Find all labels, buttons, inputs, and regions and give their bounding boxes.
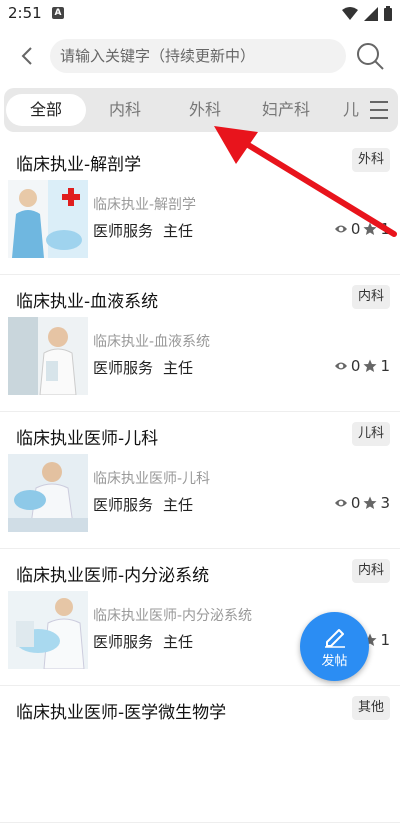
pen-icon — [325, 629, 345, 648]
post-title: 临床执业医师-儿科 — [16, 429, 159, 449]
tabs-menu-button[interactable] — [364, 88, 398, 132]
status-time: 2:51 — [8, 4, 42, 22]
author-role: 主任 — [163, 496, 194, 514]
post-author: 医师服务 主任 — [93, 357, 203, 378]
author-role: 主任 — [163, 359, 194, 377]
view-count: 0 — [350, 220, 361, 238]
tab-all[interactable]: 全部 — [6, 94, 86, 126]
post-list: 临床执业-解剖学 外科 临床执业-解剖学 医师服务 主任 0 1 临床执业-血液系… — [0, 138, 400, 823]
author-service: 医师服务 — [93, 633, 154, 651]
post-subtitle: 临床执业-解剖学 — [93, 197, 197, 213]
status-bar: 2:51 A — [0, 0, 400, 28]
search-header — [0, 36, 400, 76]
search-box — [50, 39, 346, 73]
list-item[interactable]: 临床执业医师-儿科 儿科 临床执业医师-儿科 医师服务 主任 0 3 — [0, 412, 400, 549]
star-count: 1 — [380, 357, 390, 375]
post-thumbnail — [8, 591, 88, 669]
author-service: 医师服务 — [93, 359, 154, 377]
new-post-label: 发帖 — [321, 654, 348, 669]
post-stats: 0 1 — [334, 220, 390, 238]
search-icon — [357, 43, 384, 70]
tab-pediatrics[interactable]: 儿 — [338, 94, 364, 126]
post-title: 临床执业医师-内分泌系统 — [16, 566, 210, 586]
author-service: 医师服务 — [93, 222, 154, 240]
tab-internal-medicine[interactable]: 内科 — [90, 94, 160, 126]
view-count: 0 — [350, 357, 361, 375]
wifi-icon — [342, 6, 358, 20]
search-button[interactable] — [354, 40, 386, 72]
category-badge: 外科 — [351, 148, 390, 172]
list-item[interactable]: 临床执业-解剖学 外科 临床执业-解剖学 医师服务 主任 0 1 — [0, 138, 400, 275]
post-thumbnail — [8, 454, 88, 532]
star-count: 3 — [380, 494, 390, 512]
post-thumbnail — [8, 180, 88, 258]
eye-icon — [334, 499, 347, 507]
list-item[interactable]: 临床执业医师-医学微生物学 其他 — [0, 686, 400, 823]
tab-surgery[interactable]: 外科 — [170, 94, 240, 126]
post-title: 临床执业-血液系统 — [16, 292, 159, 312]
post-author: 医师服务 主任 — [93, 494, 203, 515]
star-count: 1 — [380, 631, 390, 649]
post-title: 临床执业-解剖学 — [16, 155, 142, 175]
post-title: 临床执业医师-医学微生物学 — [16, 703, 227, 723]
battery-icon — [384, 6, 392, 21]
star-icon — [363, 222, 377, 235]
post-stats: 0 1 — [334, 357, 390, 375]
signal-icon — [364, 6, 378, 21]
status-icons — [342, 6, 392, 21]
post-subtitle: 临床执业-血液系统 — [93, 334, 211, 350]
post-author: 医师服务 主任 — [93, 220, 203, 241]
new-post-button[interactable]: 发帖 — [300, 612, 369, 681]
tab-obstetrics[interactable]: 妇产科 — [250, 94, 322, 126]
post-subtitle: 临床执业医师-内分泌系统 — [93, 608, 253, 624]
post-author: 医师服务 主任 — [93, 631, 203, 652]
star-count: 1 — [380, 220, 390, 238]
author-role: 主任 — [163, 222, 194, 240]
eye-icon — [334, 362, 347, 370]
star-icon — [363, 496, 377, 509]
post-subtitle: 临床执业医师-儿科 — [93, 471, 211, 487]
eye-icon — [334, 225, 347, 233]
post-thumbnail — [8, 317, 88, 395]
category-badge: 其他 — [351, 696, 390, 720]
back-button[interactable] — [14, 42, 42, 70]
star-icon — [363, 359, 377, 372]
author-role: 主任 — [163, 633, 194, 651]
category-badge: 内科 — [351, 559, 390, 583]
list-item[interactable]: 临床执业-血液系统 内科 临床执业-血液系统 医师服务 主任 0 1 — [0, 275, 400, 412]
category-badge: 内科 — [351, 285, 390, 309]
chevron-left-icon — [21, 47, 32, 65]
search-input[interactable] — [50, 39, 340, 73]
author-service: 医师服务 — [93, 496, 154, 514]
post-stats: 0 3 — [334, 494, 390, 512]
category-tabs: 全部 内科 外科 妇产科 儿 — [4, 88, 398, 132]
view-count: 0 — [350, 494, 361, 512]
notification-icon: A — [52, 7, 64, 19]
category-badge: 儿科 — [351, 422, 390, 446]
